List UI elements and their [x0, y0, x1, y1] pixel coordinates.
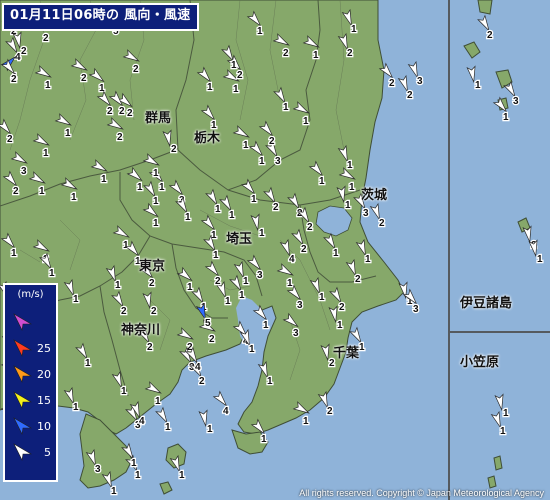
legend-row: 25 [5, 337, 56, 357]
land-island-g [487, 475, 497, 489]
legend-arrow-icon [13, 313, 33, 331]
pref-label-gunma: 群馬 [145, 111, 172, 126]
legend-unit: (m/s) [17, 289, 44, 300]
legend-label: 5 [44, 446, 51, 459]
land-island-b [477, 0, 493, 15]
pref-label-kanagawa: 神奈川 [121, 323, 161, 338]
legend-label: 15 [37, 394, 51, 407]
legend-label: 25 [37, 342, 51, 355]
legend-arrow-icon [13, 365, 33, 383]
legend-row: 10 [5, 415, 56, 435]
inset-divider-vertical [448, 0, 450, 500]
land-island-d [497, 97, 509, 111]
pref-label-ibaraki: 茨城 [361, 188, 388, 203]
legend-arrow-icon [13, 339, 33, 357]
copyright-notice: All rights reserved. Copyright © Japan M… [299, 488, 544, 498]
wind-speed-legend: (m/s) 25 20 15 10 5 [3, 283, 58, 482]
land-island-f [493, 455, 503, 471]
legend-row: 15 [5, 389, 56, 409]
legend-row: 5 [5, 441, 56, 461]
legend-row [5, 311, 56, 331]
pref-label-izu-islands: 伊豆諸島 [460, 296, 513, 311]
pref-label-tokyo: 東京 [139, 259, 166, 274]
map-canvas [0, 0, 550, 500]
legend-row: 20 [5, 363, 56, 383]
pref-label-tochigi: 栃木 [194, 131, 221, 146]
inset-divider-horizontal [450, 331, 550, 333]
legend-label: 10 [37, 420, 51, 433]
map-title: 01月11日06時の 風向・風速 [2, 3, 199, 31]
pref-label-ogasawara: 小笠原 [460, 355, 500, 370]
pref-label-saitama: 埼玉 [226, 232, 253, 247]
legend-label: 20 [37, 368, 51, 381]
legend-arrow-icon [13, 443, 33, 461]
legend-arrow-icon [13, 417, 33, 435]
wind-map: 2244121222121212311113121111221132112112… [0, 0, 550, 500]
pref-label-chiba: 千葉 [333, 346, 360, 361]
legend-arrow-icon [13, 391, 33, 409]
